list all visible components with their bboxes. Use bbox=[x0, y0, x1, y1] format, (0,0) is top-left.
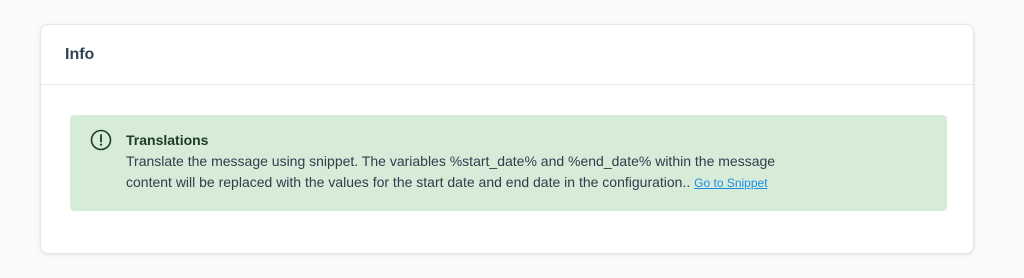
alert-message: Translate the message using snippet. The… bbox=[126, 151, 927, 194]
alert-message-line-2-text: content will be replaced with the values… bbox=[126, 174, 695, 190]
success-alert: Translations Translate the message using… bbox=[70, 115, 947, 211]
alert-message-line-2: content will be replaced with the values… bbox=[126, 172, 927, 194]
go-to-snippet-link[interactable]: Go to Snippet bbox=[694, 176, 767, 190]
card-title: Info bbox=[65, 45, 95, 63]
card-header: Info bbox=[41, 25, 973, 85]
alert-circle-icon bbox=[90, 129, 112, 151]
alert-message-line-1: Translate the message using snippet. The… bbox=[126, 153, 776, 169]
info-card: Info Translations Translate the message … bbox=[40, 24, 974, 254]
alert-title: Translations bbox=[126, 132, 209, 148]
